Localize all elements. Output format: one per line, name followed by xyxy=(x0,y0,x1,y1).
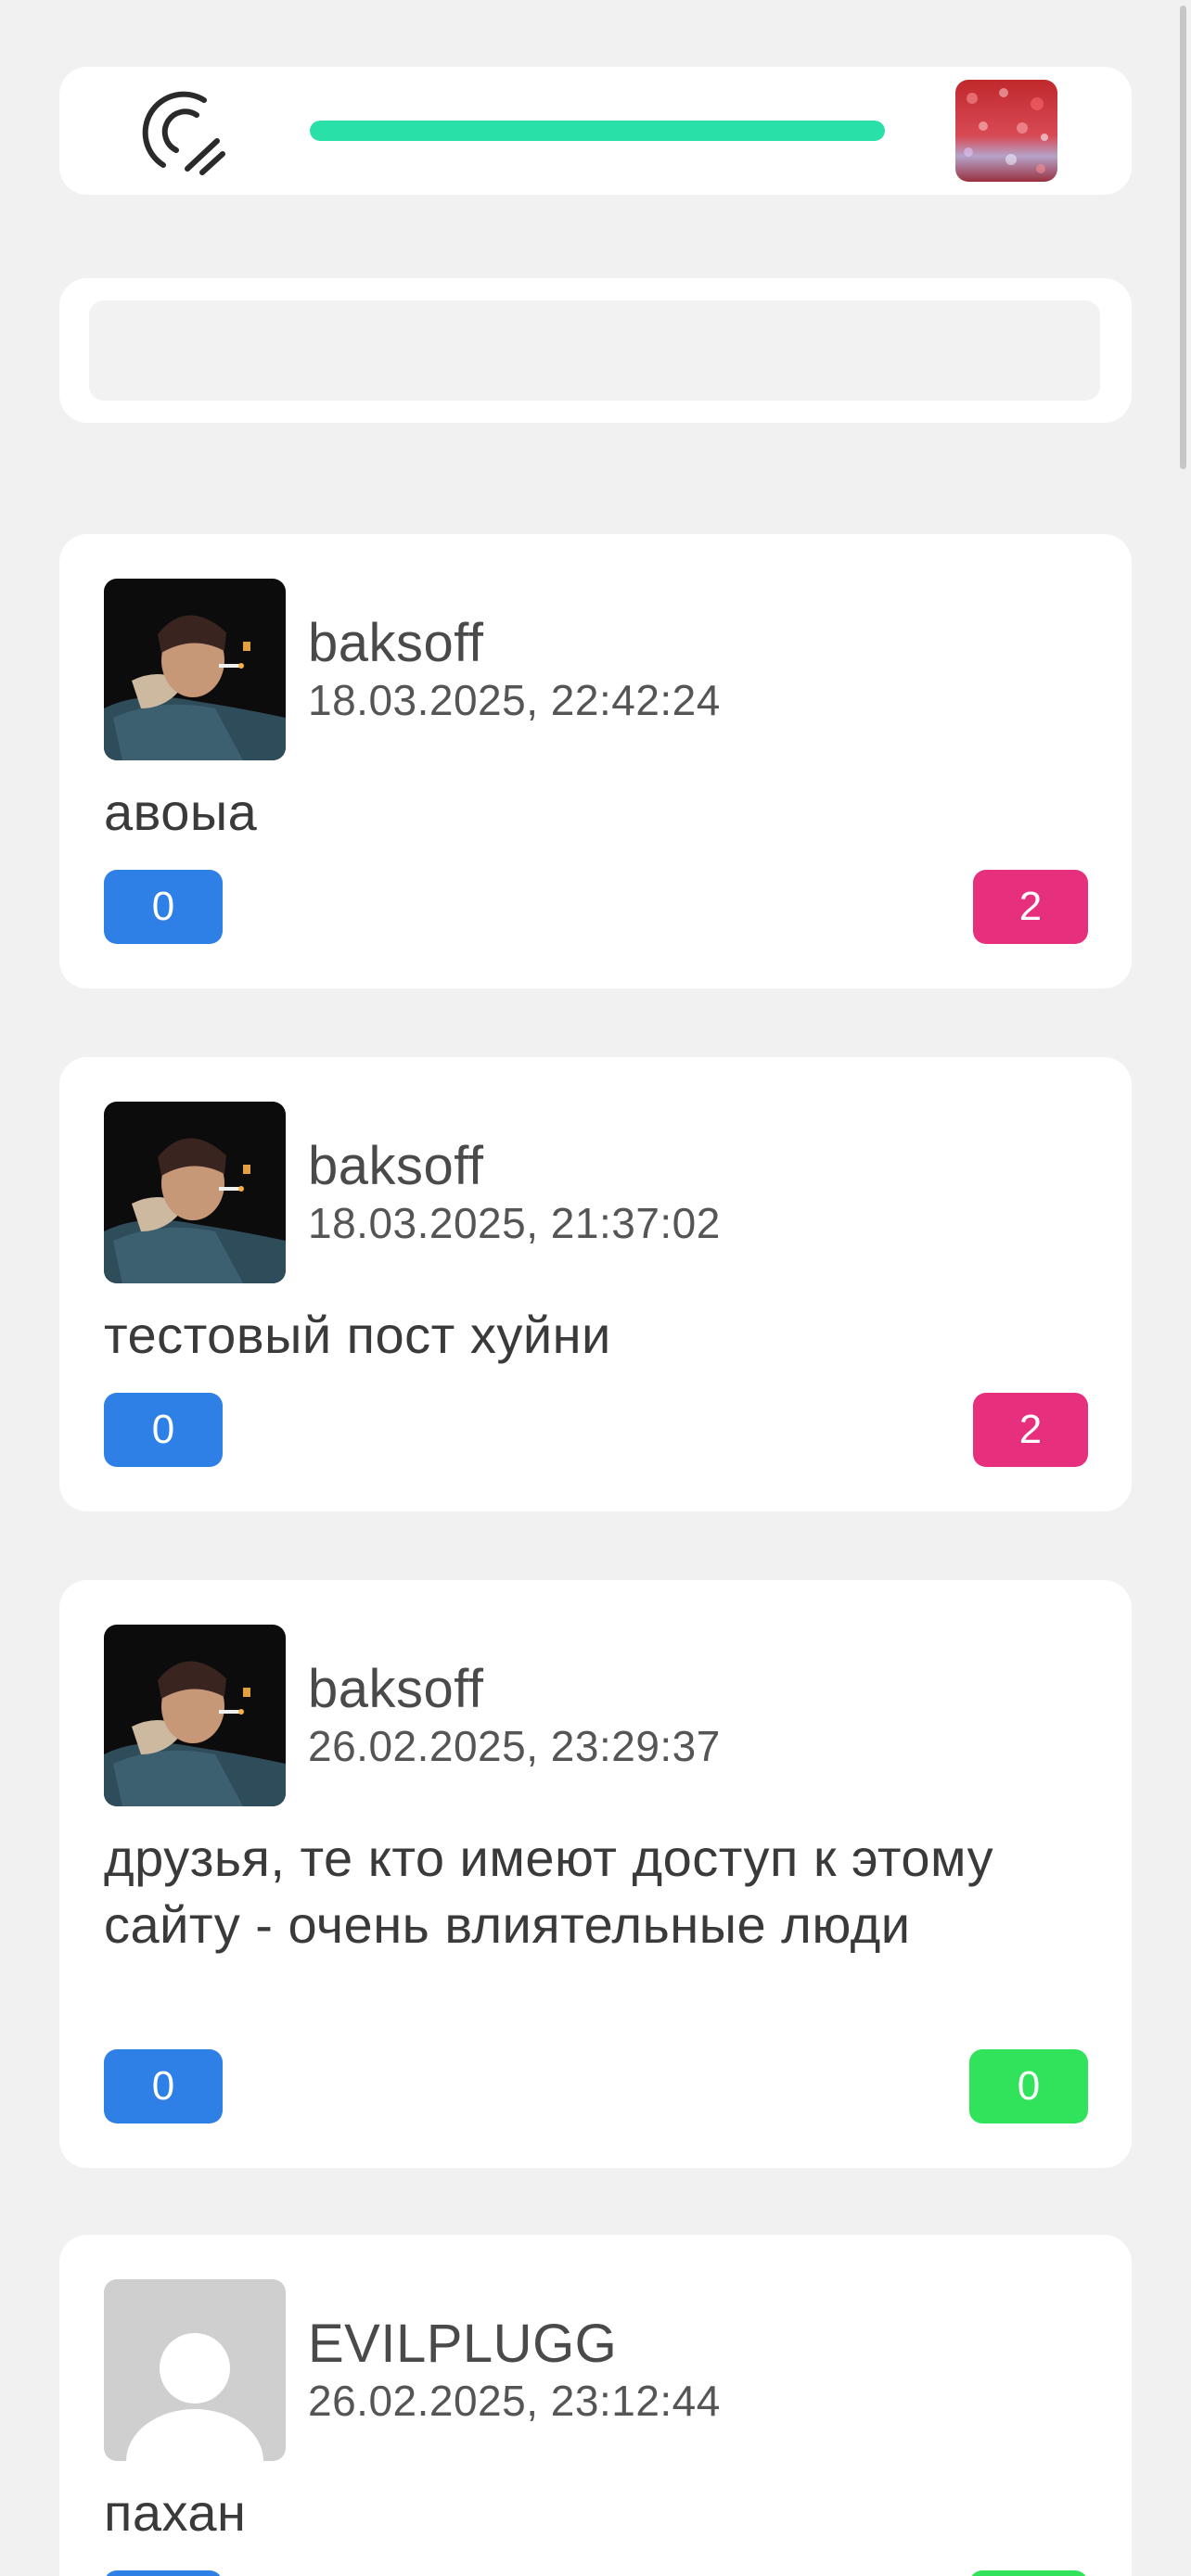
post-text: друзья, те кто имеют доступ к этому сайт… xyxy=(104,1829,994,1954)
post-author[interactable]: baksoff xyxy=(308,1658,483,1720)
post-author[interactable]: baksoff xyxy=(308,1135,483,1197)
post-card: baksoff 18.03.2025, 22:42:24 авоыа 0 2 xyxy=(59,534,1132,988)
search-input[interactable] xyxy=(89,300,1100,401)
progress-bar-fill xyxy=(310,121,885,141)
comments-count-button[interactable]: 0 xyxy=(104,1393,223,1467)
comments-count-button[interactable]: 0 xyxy=(104,870,223,944)
post-card: baksoff 18.03.2025, 21:37:02 тестовый по… xyxy=(59,1057,1132,1511)
post-date: 18.03.2025, 21:37:02 xyxy=(308,1199,721,1247)
feed-page: baksoff 18.03.2025, 22:42:24 авоыа 0 2 b… xyxy=(0,0,1191,2576)
post-date: 26.02.2025, 23:12:44 xyxy=(308,2377,721,2425)
user-avatar[interactable] xyxy=(104,1625,286,1806)
profile-avatar-icon[interactable] xyxy=(955,80,1057,182)
post-card: EVILPLUGG 26.02.2025, 23:12:44 пахан xyxy=(59,2235,1132,2576)
likes-count-button[interactable]: 2 xyxy=(973,1393,1088,1467)
post-author[interactable]: EVILPLUGG xyxy=(308,2313,617,2375)
post-text: пахан xyxy=(104,2483,247,2542)
post-text: авоыа xyxy=(104,783,258,841)
likes-count-button[interactable]: 0 xyxy=(969,2049,1088,2123)
user-avatar[interactable] xyxy=(104,1102,286,1283)
post-date: 18.03.2025, 22:42:24 xyxy=(308,676,721,724)
likes-count-button[interactable]: 2 xyxy=(973,870,1088,944)
user-avatar[interactable] xyxy=(104,2279,286,2461)
progress-bar xyxy=(310,121,885,141)
search-panel xyxy=(59,278,1132,423)
scrollbar-thumb[interactable] xyxy=(1180,6,1186,469)
post-author[interactable]: baksoff xyxy=(308,612,483,674)
comments-count-button[interactable] xyxy=(104,2570,223,2576)
post-date: 26.02.2025, 23:29:37 xyxy=(308,1722,721,1770)
post-card: baksoff 26.02.2025, 23:29:37 друзья, те … xyxy=(59,1580,1132,2168)
user-avatar[interactable] xyxy=(104,579,286,760)
likes-count-button[interactable] xyxy=(969,2570,1088,2576)
top-bar xyxy=(59,67,1132,195)
comments-count-button[interactable]: 0 xyxy=(104,2049,223,2123)
post-text: тестовый пост хуйни xyxy=(104,1306,611,1364)
logo-icon[interactable] xyxy=(132,80,234,182)
